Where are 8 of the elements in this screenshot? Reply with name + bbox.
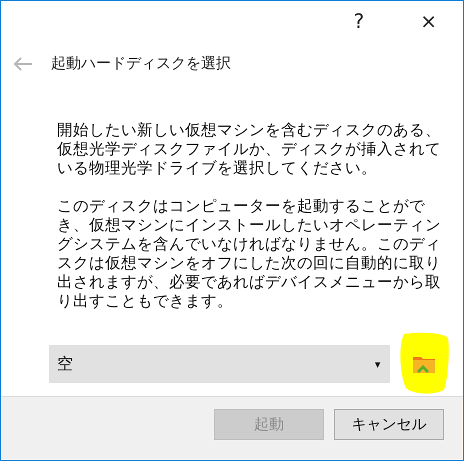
instruction-text: このディスクはコンピューターを起動することができ、仮想マシンにインストールしたいオペレーティングシステムを含んでいなければなりません。このディスクは仮想マシンをオフにした次の回に自動的に取り出されますが、必要であればデバイスメニューから取り出すこともできます。 — [57, 197, 442, 312]
cancel-button[interactable]: キャンセル — [334, 409, 444, 440]
instruction-text: 開始したい新しい仮想マシンを含むディスクのある、仮想光学ディスクファイルか、ディスクが挿入されている物理光学ドライブを選択してください。 — [57, 121, 442, 178]
help-button[interactable]: ? — [348, 10, 370, 31]
back-arrow-icon[interactable] — [13, 56, 33, 71]
close-button[interactable]: × — [414, 10, 443, 31]
dialog-title: 起動ハードディスクを選択 — [51, 54, 231, 74]
disk-dropdown[interactable]: 空 ▾ — [49, 345, 390, 384]
